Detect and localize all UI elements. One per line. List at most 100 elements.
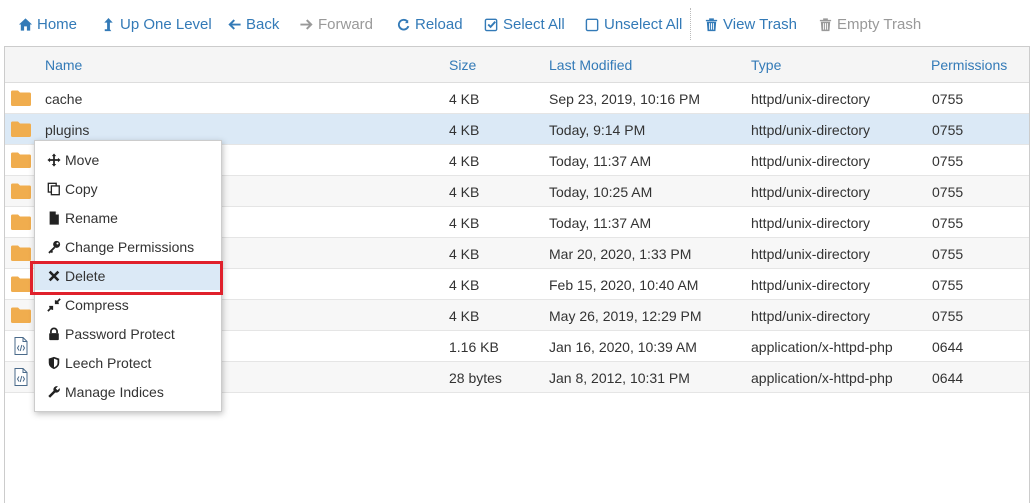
reload-button[interactable]: Reload [396,13,463,35]
empty-trash-label: Empty Trash [837,15,922,33]
move-icon [47,152,65,167]
context-menu-item-manage-indices[interactable]: Manage Indices [35,377,221,406]
file-type: application/x-httpd-php [751,370,893,386]
file-type: httpd/unix-directory [751,122,871,138]
file-type: httpd/unix-directory [751,215,871,231]
context-menu-item-label: Move [65,151,100,168]
file-permissions: 0755 [932,184,964,200]
folder-icon [10,306,32,324]
up-one-level-label: Up One Level [120,15,212,33]
context-menu-item-rename[interactable]: Rename [35,203,221,232]
file-last-modified: Today, 10:25 AM [549,184,653,200]
context-menu-item-label: Manage Indices [65,383,164,400]
folder-icon [10,89,32,107]
file-size: 1.16 KB [449,339,499,355]
file-type: httpd/unix-directory [751,153,871,169]
lock-icon [47,327,65,341]
toolbar-divider [690,8,691,40]
context-menu-item-password-protect[interactable]: Password Protect [35,319,221,348]
arrow-right-icon [300,18,313,30]
file-type: httpd/unix-directory [751,246,871,262]
table-row[interactable]: cache 4 KB Sep 23, 2019, 10:16 PM httpd/uni… [5,83,1029,114]
file-type: application/x-httpd-php [751,339,893,355]
copy-icon [47,182,65,196]
file-permissions: 0755 [932,246,964,262]
view-trash-label: View Trash [723,15,797,33]
file-last-modified: Sep 23, 2019, 10:16 PM [549,91,700,107]
close-icon [47,269,65,283]
file-last-modified: Mar 20, 2020, 1:33 PM [549,246,692,262]
file-size: 4 KB [449,308,480,324]
table-header: Name Size Last Modified Type Permissions [5,47,1029,83]
folder-icon [10,244,32,262]
folder-icon [10,151,32,169]
file-size: 4 KB [449,277,480,293]
back-button[interactable]: Back [227,13,279,35]
view-trash-button[interactable]: View Trash [704,13,797,35]
unselect-all-button[interactable]: Unselect All [585,13,682,35]
file-last-modified: Today, 11:37 AM [549,153,652,169]
arrow-left-icon [228,18,241,30]
shield-icon [47,356,65,370]
column-size-header[interactable]: Size [449,57,476,73]
file-last-modified: Jan 8, 2012, 10:31 PM [549,370,690,386]
context-menu-item-copy[interactable]: Copy [35,174,221,203]
file-last-modified: Today, 11:37 AM [549,215,652,231]
column-permissions-header[interactable]: Permissions [931,57,1007,73]
select-all-button[interactable]: Select All [484,13,565,35]
home-label: Home [37,15,78,33]
file-last-modified: Today, 9:14 PM [549,122,646,138]
file-size: 28 bytes [449,370,502,386]
context-menu: Move Copy Rename Change Permissions Delete Co… [34,140,222,412]
folder-icon [10,275,32,293]
folder-icon [10,120,32,138]
file-permissions: 0755 [932,122,964,138]
file-last-modified: Feb 15, 2020, 10:40 AM [549,277,699,293]
file-name: cache [45,91,83,107]
php-file-icon [10,368,32,386]
empty-trash-button[interactable]: Empty Trash [818,13,921,35]
context-menu-item-label: Compress [65,296,129,313]
context-menu-item-label: Change Permissions [65,238,195,255]
file-name: plugins [45,122,90,138]
context-menu-item-change-permissions[interactable]: Change Permissions [35,232,221,261]
context-menu-item-delete[interactable]: Delete [35,261,221,290]
unselect-all-label: Unselect All [604,15,683,33]
wrench-icon [47,385,65,399]
php-file-icon [10,337,32,355]
file-last-modified: Jan 16, 2020, 10:39 AM [549,339,697,355]
file-type: httpd/unix-directory [751,277,871,293]
column-name-header[interactable]: Name [45,57,82,73]
refresh-icon [397,18,410,31]
file-permissions: 0644 [932,339,964,355]
file-permissions: 0755 [932,277,964,293]
toolbar: Home Up One Level Back Forward Reload Se… [0,0,1035,46]
folder-icon [10,213,32,231]
context-menu-item-label: Leech Protect [65,354,152,371]
empty-box-icon [585,18,599,31]
context-menu-item-leech-protect[interactable]: Leech Protect [35,348,221,377]
file-type: httpd/unix-directory [751,91,871,107]
back-label: Back [246,15,280,33]
file-icon [47,210,65,225]
context-menu-item-compress[interactable]: Compress [35,290,221,319]
trash-icon [819,17,832,31]
home-button[interactable]: Home [18,13,77,35]
file-size: 4 KB [449,122,480,138]
trash-icon [705,17,718,31]
column-type-header[interactable]: Type [751,57,781,73]
file-size: 4 KB [449,246,480,262]
file-size: 4 KB [449,184,480,200]
forward-label: Forward [318,15,374,33]
compress-icon [47,297,65,312]
up-one-level-button[interactable]: Up One Level [101,13,212,35]
home-icon [18,17,33,31]
context-menu-item-move[interactable]: Move [35,145,221,174]
column-last-modified-header[interactable]: Last Modified [549,57,632,73]
context-menu-item-label: Rename [65,209,118,226]
key-icon [47,240,65,254]
file-last-modified: May 26, 2019, 12:29 PM [549,308,702,324]
forward-button[interactable]: Forward [299,13,373,35]
file-size: 4 KB [449,91,480,107]
context-menu-item-label: Delete [65,267,106,284]
